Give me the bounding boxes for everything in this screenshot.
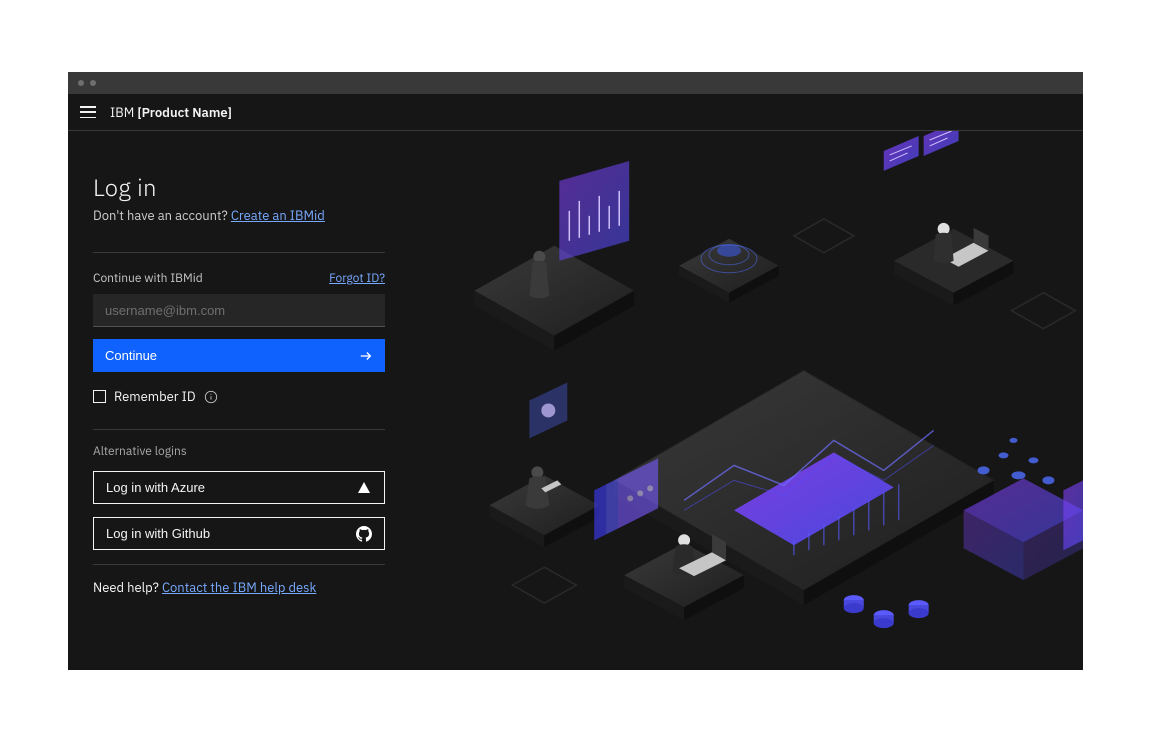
- app-window: IBM [Product Name] Log in Don't have an …: [68, 72, 1083, 670]
- github-login-label: Log in with Github: [106, 526, 210, 541]
- page-title: Log in: [93, 171, 385, 203]
- continue-button-label: Continue: [105, 348, 157, 363]
- divider: [93, 252, 385, 253]
- alt-logins-heading: Alternative logins: [93, 444, 385, 459]
- login-panel: Log in Don't have an account? Create an …: [93, 171, 385, 670]
- hero-illustration: [385, 131, 1083, 670]
- brand-label: IBM [Product Name]: [110, 104, 232, 121]
- remember-id-checkbox[interactable]: [93, 390, 106, 403]
- ibmid-field-label: Continue with IBMid: [93, 271, 203, 286]
- account-prompt-text: Don't have an account?: [93, 207, 228, 224]
- account-prompt-line: Don't have an account? Create an IBMid: [93, 207, 385, 224]
- forgot-id-link[interactable]: Forgot ID?: [329, 271, 385, 286]
- github-icon: [356, 526, 372, 542]
- titlebar: [68, 72, 1083, 94]
- azure-icon: [356, 480, 372, 496]
- help-row: Need help? Contact the IBM help desk: [93, 579, 385, 596]
- ibmid-input[interactable]: [93, 294, 385, 327]
- arrow-right-icon: [359, 349, 373, 363]
- continue-button[interactable]: Continue: [93, 339, 385, 372]
- remember-id-row: Remember ID: [93, 388, 385, 405]
- window-control-dot[interactable]: [78, 80, 84, 86]
- window-control-dot[interactable]: [90, 80, 96, 86]
- azure-login-label: Log in with Azure: [106, 480, 205, 495]
- azure-login-button[interactable]: Log in with Azure: [93, 471, 385, 504]
- create-ibmid-link[interactable]: Create an IBMid: [231, 207, 325, 224]
- help-prompt: Need help?: [93, 579, 159, 596]
- info-icon[interactable]: [204, 390, 218, 404]
- github-login-button[interactable]: Log in with Github: [93, 517, 385, 550]
- brand-prefix: IBM: [110, 104, 134, 121]
- help-desk-link[interactable]: Contact the IBM help desk: [162, 579, 316, 596]
- content-area: Log in Don't have an account? Create an …: [68, 131, 1083, 670]
- remember-id-label: Remember ID: [114, 388, 196, 405]
- divider: [93, 564, 385, 565]
- menu-icon[interactable]: [80, 106, 96, 118]
- app-header: IBM [Product Name]: [68, 94, 1083, 131]
- brand-product-name: [Product Name]: [137, 104, 232, 121]
- divider: [93, 429, 385, 430]
